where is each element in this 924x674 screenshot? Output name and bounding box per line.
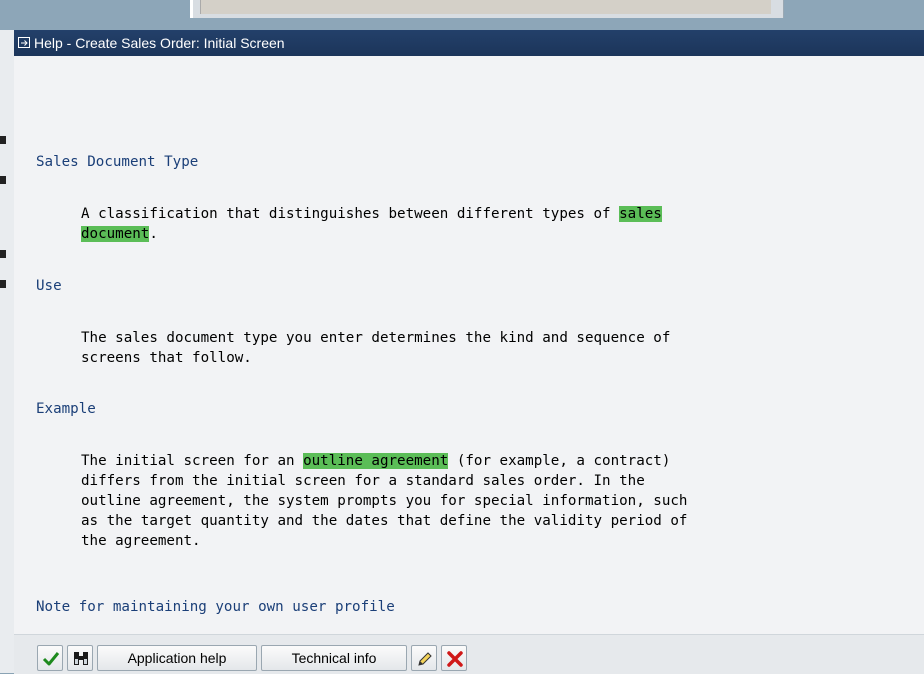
text-line: the agreement. [81, 533, 201, 549]
text-line: differs from the initial screen for a st… [81, 473, 645, 489]
section-text-example: The initial screen for an outline agreem… [81, 451, 921, 551]
cancel-x-icon [447, 651, 463, 667]
text-line: The initial screen for an outline agreem… [81, 453, 671, 469]
continue-button[interactable] [37, 645, 63, 671]
glossary-link-outline-agreement[interactable]: outline agreement [303, 453, 449, 469]
edit-button[interactable] [411, 645, 437, 671]
user-profile-note-link[interactable]: Note for maintaining your own user profi… [36, 599, 395, 615]
section-heading-sales-document-type: Sales Document Type [36, 154, 199, 170]
background-mark [0, 280, 6, 288]
background-panel-inner [200, 0, 771, 14]
window-menu-icon[interactable] [18, 37, 30, 48]
section-heading-use: Use [36, 278, 62, 294]
background-left-edge [0, 30, 14, 673]
text-line: The sales document type you enter determ… [81, 330, 671, 346]
help-popup-window: Help - Create Sales Order: Initial Scree… [14, 30, 924, 674]
cancel-button[interactable] [441, 645, 467, 671]
help-content: Sales Document Type A classification tha… [14, 56, 924, 634]
text-line: outline agreement, the system prompts yo… [81, 493, 688, 509]
text-line: as the target quantity and the dates tha… [81, 513, 688, 529]
application-help-button[interactable]: Application help [97, 645, 257, 671]
text-line: screens that follow. [81, 350, 252, 366]
text-line: A classification that distinguishes betw… [81, 206, 662, 222]
checkmark-icon [42, 652, 60, 666]
section-heading-example: Example [36, 401, 96, 417]
background-mark [0, 250, 6, 258]
binoculars-icon [74, 652, 88, 665]
window-title: Help - Create Sales Order: Initial Scree… [34, 35, 285, 51]
find-button[interactable] [67, 645, 93, 671]
glossary-link-sales[interactable]: sales [619, 206, 662, 222]
section-text-use: The sales document type you enter determ… [81, 328, 921, 368]
technical-info-button[interactable]: Technical info [261, 645, 407, 671]
help-toolbar: Application help Technical info [14, 634, 924, 674]
text-line: document. [81, 226, 158, 242]
background-mark [0, 136, 6, 144]
title-bar[interactable]: Help - Create Sales Order: Initial Scree… [14, 30, 924, 56]
glossary-link-document[interactable]: document [81, 226, 150, 242]
section-text-definition: A classification that distinguishes betw… [81, 204, 921, 244]
background-mark [0, 176, 6, 184]
pencil-icon [418, 652, 432, 666]
